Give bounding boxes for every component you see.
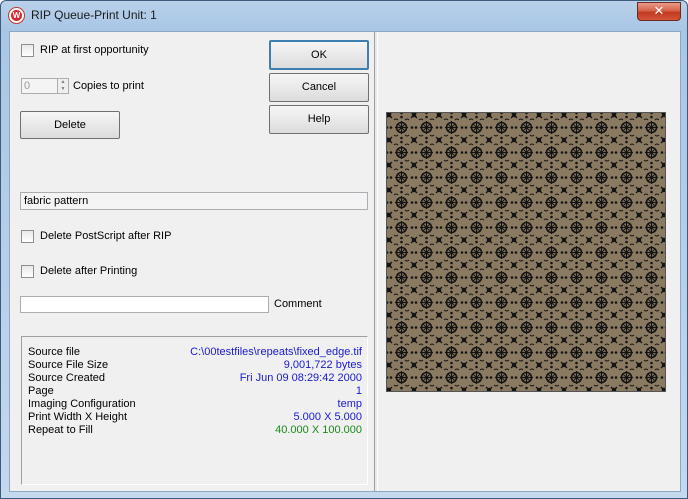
comment-input[interactable]: [20, 296, 269, 313]
delete-after-print-checkbox-row[interactable]: Delete after Printing: [21, 264, 137, 278]
info-row-repeat: Repeat to Fill 40.000 X 100.000: [28, 424, 362, 437]
repeat-to-fill-value: 40.000 X 100.000: [275, 424, 362, 436]
source-size-label: Source File Size: [28, 359, 109, 371]
settings-pane: RIP at first opportunity 0 ▲ ▼ Copies to…: [10, 32, 374, 491]
print-size-label: Print Width X Height: [28, 411, 128, 423]
repeat-to-fill-label: Repeat to Fill: [28, 424, 93, 436]
source-info-panel: Source file C:\00testfiles\repeats\fixed…: [21, 336, 368, 485]
page-value: 1: [355, 385, 362, 397]
cancel-button[interactable]: Cancel: [269, 73, 369, 102]
page-label: Page: [28, 385, 54, 397]
fabric-pattern-preview: [387, 113, 665, 391]
delete-after-print-label: Delete after Printing: [40, 265, 138, 277]
delete-button[interactable]: Delete: [20, 111, 120, 139]
comment-label: Comment: [274, 298, 322, 310]
close-icon: ✕: [653, 4, 665, 19]
delete-ps-label: Delete PostScript after RIP: [40, 230, 172, 242]
rip-first-checkbox-row[interactable]: RIP at first opportunity: [21, 43, 149, 57]
source-created-label: Source Created: [28, 372, 106, 384]
print-size-value: 5.000 X 5.000: [293, 411, 362, 423]
image-preview: [386, 112, 666, 392]
info-row-imaging: Imaging Configuration temp: [28, 398, 362, 411]
info-row-source-size: Source File Size 9,001,722 bytes: [28, 359, 362, 372]
delete-after-print-checkbox[interactable]: [21, 264, 34, 278]
rip-first-label: RIP at first opportunity: [40, 44, 149, 56]
copies-label: Copies to print: [73, 80, 144, 92]
dialog-client-area: RIP at first opportunity 0 ▲ ▼ Copies to…: [9, 31, 681, 492]
info-row-source-created: Source Created Fri Jun 09 08:29:42 2000: [28, 372, 362, 385]
copies-stepper[interactable]: 0 ▲ ▼: [21, 78, 69, 94]
dialog-window: W RIP Queue-Print Unit: 1 ✕ RIP at first…: [0, 0, 688, 499]
source-file-value: C:\00testfiles\repeats\fixed_edge.tif: [190, 346, 362, 358]
source-created-value: Fri Jun 09 08:29:42 2000: [239, 372, 362, 384]
delete-ps-checkbox-row[interactable]: Delete PostScript after RIP: [21, 229, 171, 243]
info-row-source-file: Source file C:\00testfiles\repeats\fixed…: [28, 346, 362, 359]
source-size-value: 9,001,722 bytes: [283, 359, 362, 371]
rip-first-checkbox[interactable]: [21, 43, 34, 57]
info-row-print-size: Print Width X Height 5.000 X 5.000: [28, 411, 362, 424]
copies-input[interactable]: 0: [21, 78, 58, 94]
info-row-page: Page 1: [28, 385, 362, 398]
ok-button[interactable]: OK: [269, 40, 369, 70]
title-bar[interactable]: W RIP Queue-Print Unit: 1 ✕: [1, 1, 687, 30]
window-title: RIP Queue-Print Unit: 1: [31, 8, 157, 22]
app-logo-icon: W: [8, 7, 25, 24]
stepper-down-icon[interactable]: ▼: [58, 86, 68, 93]
imaging-config-label: Imaging Configuration: [28, 398, 136, 410]
source-file-label: Source file: [28, 346, 80, 358]
help-button[interactable]: Help: [269, 105, 369, 134]
imaging-config-value: temp: [337, 398, 362, 410]
stepper-up-icon[interactable]: ▲: [58, 79, 68, 86]
job-name-input[interactable]: fabric pattern: [20, 192, 368, 210]
close-button[interactable]: ✕: [637, 2, 681, 21]
delete-ps-checkbox[interactable]: [21, 229, 34, 243]
preview-pane: [378, 32, 680, 491]
